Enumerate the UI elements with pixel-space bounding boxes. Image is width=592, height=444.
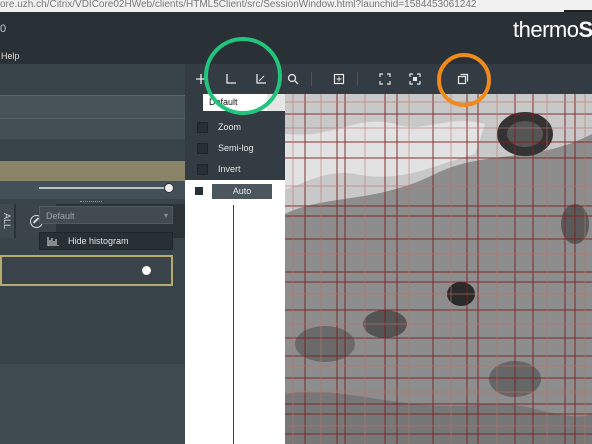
toolbar-divider xyxy=(357,72,358,86)
chevron-down-icon: ▾ xyxy=(163,211,168,220)
fit-icon[interactable] xyxy=(377,71,393,87)
hide-histogram-label: Hide histogram xyxy=(68,236,129,246)
histogram-divider xyxy=(233,205,234,444)
url-text: ore.uzh.ch/Citrix/VDICore02HWeb/clients/… xyxy=(0,0,477,10)
panel-row[interactable] xyxy=(0,118,185,139)
lut-dropdown[interactable]: Default ▾ xyxy=(39,206,173,224)
option-label: Zoom xyxy=(218,122,242,132)
fit-frame-icon[interactable] xyxy=(407,71,423,87)
orange-annotation-circle xyxy=(437,53,491,107)
browser-url-bar[interactable]: ore.uzh.ch/Citrix/VDICore02HWeb/clients/… xyxy=(0,0,592,12)
slider-handle[interactable] xyxy=(164,183,174,193)
panel-bottom xyxy=(0,364,185,444)
auto-checkbox[interactable] xyxy=(195,187,203,195)
contrast-slider[interactable] xyxy=(39,187,170,189)
menu-help[interactable]: Help xyxy=(1,51,20,61)
panel-row[interactable] xyxy=(0,95,185,118)
panel-row[interactable] xyxy=(0,181,185,199)
option-label: Invert xyxy=(218,164,241,174)
toolbar-divider xyxy=(311,72,312,86)
auto-button[interactable]: Auto xyxy=(212,184,272,199)
panel-row-selected[interactable] xyxy=(0,161,185,181)
window-title: 0 xyxy=(0,23,7,35)
checkbox[interactable] xyxy=(197,142,208,154)
option-semi-log[interactable]: Semi-log xyxy=(197,141,254,155)
highlighted-control[interactable] xyxy=(0,255,173,286)
option-zoom[interactable]: Zoom xyxy=(197,120,241,134)
tab-all[interactable]: ALL xyxy=(0,204,14,238)
hide-histogram-button[interactable]: Hide histogram xyxy=(39,232,173,250)
dropdown-value: Default xyxy=(46,211,75,221)
toggle-knob[interactable] xyxy=(142,266,151,275)
left-panel: ALL xyxy=(0,64,185,444)
brand-logo: thermoSc xyxy=(513,17,592,42)
menu-bar: Help xyxy=(0,44,592,64)
micrograph-image xyxy=(285,94,592,444)
image-canvas[interactable] xyxy=(285,94,592,444)
checkbox[interactable] xyxy=(197,163,208,175)
green-annotation-circle xyxy=(204,37,282,115)
checkbox[interactable] xyxy=(197,121,208,133)
option-invert[interactable]: Invert xyxy=(197,162,241,176)
zoom-icon[interactable] xyxy=(285,71,301,87)
app-title-bar: 0 thermoSc xyxy=(0,12,592,44)
option-label: Semi-log xyxy=(218,143,254,153)
zoom-box-icon[interactable] xyxy=(331,71,347,87)
histogram-icon xyxy=(47,237,59,246)
